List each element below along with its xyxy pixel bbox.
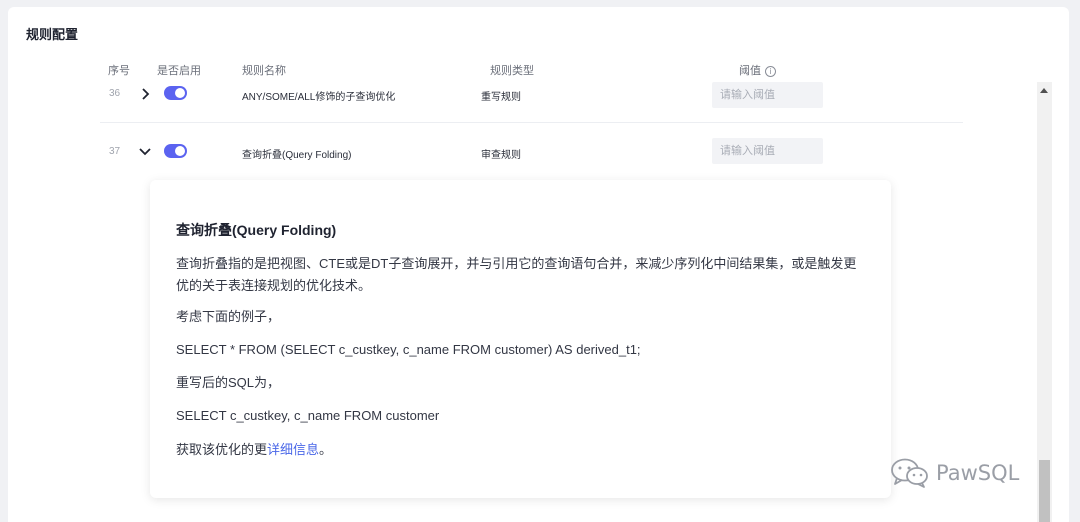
rule-name: ANY/SOME/ALL修饰的子查询优化 bbox=[242, 92, 396, 103]
rewrite-sql: SELECT c_custkey, c_name FROM customer bbox=[176, 408, 440, 423]
enable-toggle[interactable] bbox=[164, 86, 187, 100]
row-index: 36 bbox=[109, 88, 121, 99]
example-sql: SELECT * FROM (SELECT c_custkey, c_name … bbox=[176, 342, 641, 357]
section-title: 规则配置 bbox=[26, 27, 79, 42]
row-index: 37 bbox=[109, 146, 121, 157]
detail-description: 查询折叠指的是把视图、CTE或是DT子查询展开，并与引用它的查询语句合并，来减少… bbox=[176, 256, 857, 293]
detail-title: 查询折叠(Query Folding) bbox=[176, 222, 337, 238]
threshold-input[interactable] bbox=[712, 138, 823, 164]
enable-toggle[interactable] bbox=[164, 144, 187, 158]
rule-type: 重写规则 bbox=[481, 92, 521, 103]
rule-name: 查询折叠(Query Folding) bbox=[242, 150, 352, 161]
table-row: 36 ANY/SOME/ALL修饰的子查询优化 重写规则 bbox=[100, 64, 963, 122]
scroll-thumb[interactable] bbox=[1039, 460, 1050, 522]
chevron-down-icon[interactable] bbox=[138, 145, 152, 159]
more-info: 获取该优化的更详细信息。 bbox=[176, 439, 866, 461]
more-info-prefix: 获取该优化的更 bbox=[176, 442, 268, 457]
more-info-suffix: 。 bbox=[319, 442, 333, 457]
table-row: 37 查询折叠(Query Folding) 审查规则 bbox=[100, 122, 963, 180]
rewrite-intro: 重写后的SQL为， bbox=[176, 375, 281, 390]
vertical-scrollbar[interactable] bbox=[1037, 82, 1052, 522]
watermark: PawSQL bbox=[890, 455, 1019, 491]
more-info-link[interactable]: 详细信息 bbox=[267, 442, 319, 457]
rule-detail-card: 查询折叠(Query Folding) 查询折叠指的是把视图、CTE或是DT子查… bbox=[150, 180, 891, 498]
watermark-text: PawSQL bbox=[936, 461, 1020, 485]
threshold-input[interactable] bbox=[712, 82, 823, 108]
rule-type: 审查规则 bbox=[481, 150, 521, 161]
example-intro: 考虑下面的例子， bbox=[176, 309, 281, 324]
scroll-up-arrow-icon[interactable] bbox=[1040, 88, 1048, 93]
chevron-right-icon[interactable] bbox=[139, 87, 153, 101]
wechat-icon bbox=[891, 458, 928, 488]
